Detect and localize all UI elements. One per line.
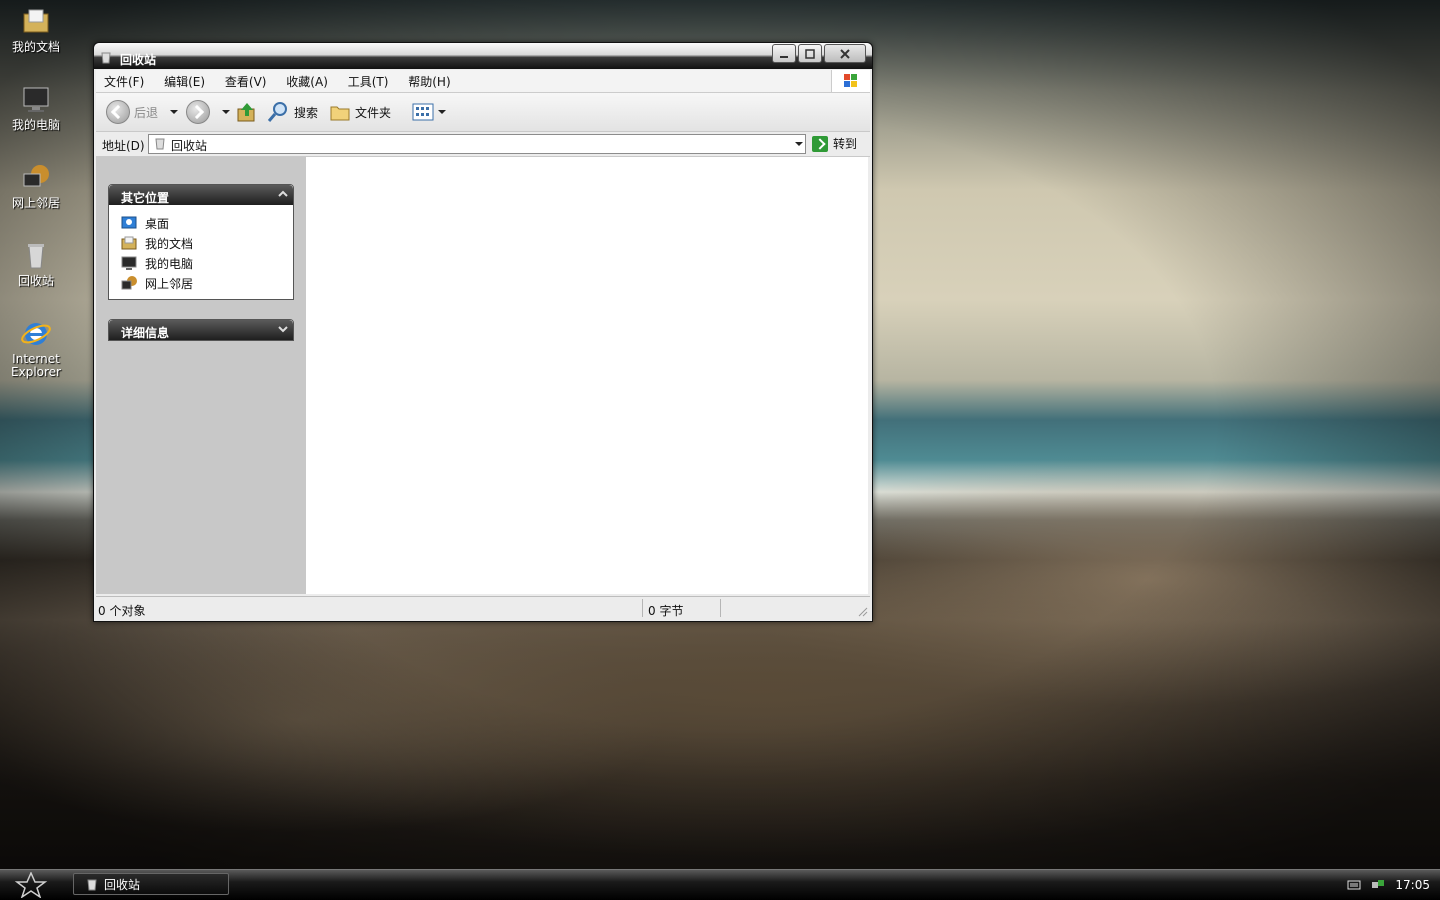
window-title: 回收站 bbox=[120, 53, 157, 67]
desktop-icon-label: 我的电脑 bbox=[11, 118, 60, 132]
address-dropdown-icon[interactable] bbox=[795, 142, 803, 146]
back-dropdown-icon[interactable] bbox=[170, 110, 179, 114]
desktop-icon-internet-explorer[interactable]: Internet Explorer bbox=[4, 318, 68, 379]
place-item-desktop[interactable]: 桌面 bbox=[121, 213, 293, 233]
forward-button[interactable] bbox=[186, 100, 230, 124]
desktop-icon bbox=[121, 216, 137, 229]
go-button[interactable]: 转到 bbox=[812, 135, 857, 152]
system-tray: 17:05 bbox=[1318, 870, 1440, 900]
folder-documents-icon bbox=[121, 236, 137, 250]
up-button[interactable] bbox=[236, 100, 258, 124]
chevron-down-icon bbox=[278, 326, 288, 333]
network-icon bbox=[23, 165, 49, 187]
menu-favorites[interactable]: 收藏(A) bbox=[278, 70, 336, 90]
views-grid-icon bbox=[412, 103, 434, 121]
other-places-header[interactable]: 其它位置 bbox=[109, 185, 293, 205]
address-input[interactable]: 回收站 bbox=[148, 134, 806, 154]
other-places-panel: 其它位置 桌面 我的文档 我的电脑 网上邻居 bbox=[108, 184, 294, 300]
window-titlebar[interactable]: 回收站 bbox=[94, 43, 872, 69]
folder-up-icon bbox=[237, 103, 255, 122]
task-pane: 其它位置 桌面 我的文档 我的电脑 网上邻居 详细信息 bbox=[96, 157, 306, 594]
chevron-up-icon bbox=[278, 190, 288, 197]
views-dropdown-icon bbox=[438, 110, 446, 114]
folders-icon bbox=[330, 106, 350, 121]
recycle-bin-icon bbox=[28, 244, 44, 269]
computer-icon bbox=[121, 256, 137, 270]
recycle-bin-icon bbox=[155, 138, 165, 150]
address-label: 地址(D) bbox=[102, 139, 145, 153]
network-icon bbox=[121, 276, 137, 290]
status-divider bbox=[642, 599, 643, 617]
place-item-network[interactable]: 网上邻居 bbox=[121, 273, 293, 293]
desktop-icon-label: Internet Explorer bbox=[11, 352, 61, 379]
recycle-bin-icon bbox=[87, 879, 97, 890]
minimize-button[interactable] bbox=[772, 44, 796, 63]
menu-help[interactable]: 帮助(H) bbox=[400, 70, 458, 90]
menu-edit[interactable]: 编辑(E) bbox=[156, 70, 213, 90]
menu-file[interactable]: 文件(F) bbox=[96, 70, 152, 90]
status-size: 0 字节 bbox=[648, 604, 684, 618]
details-header[interactable]: 详细信息 bbox=[109, 320, 293, 340]
menu-view[interactable]: 查看(V) bbox=[217, 70, 275, 90]
desktop-icon-label: 网上邻居 bbox=[11, 196, 60, 210]
forward-dropdown-icon[interactable] bbox=[222, 110, 230, 114]
status-bar: 0 个对象 0 字节 bbox=[96, 596, 870, 619]
address-value: 回收站 bbox=[171, 139, 208, 153]
resize-grip-icon[interactable] bbox=[858, 607, 868, 617]
internet-explorer-icon bbox=[21, 323, 51, 345]
place-item-my-documents[interactable]: 我的文档 bbox=[121, 233, 293, 253]
toolbar: 后退 搜索 文件夹 bbox=[96, 93, 870, 132]
taskbar: 回收站 17:05 bbox=[0, 869, 1440, 900]
search-button[interactable]: 搜索 bbox=[266, 100, 318, 124]
status-divider bbox=[720, 599, 721, 617]
desktop-icon-label: 我的文档 bbox=[11, 40, 60, 54]
back-label: 后退 bbox=[134, 105, 159, 120]
restore-icon bbox=[805, 48, 815, 59]
keyboard-icon[interactable] bbox=[1347, 879, 1361, 891]
status-object-count: 0 个对象 bbox=[98, 604, 146, 618]
folders-label: 文件夹 bbox=[355, 105, 392, 120]
search-icon bbox=[267, 102, 287, 122]
folders-button[interactable]: 文件夹 bbox=[329, 100, 391, 124]
menu-bar: 文件(F) 编辑(E) 查看(V) 收藏(A) 工具(T) 帮助(H) bbox=[96, 70, 870, 93]
folder-documents-icon bbox=[23, 9, 49, 33]
desktop-icon-my-documents[interactable]: 我的文档 bbox=[4, 6, 68, 54]
taskbar-window-label: 回收站 bbox=[104, 877, 141, 892]
search-label: 搜索 bbox=[294, 105, 319, 120]
place-item-my-computer[interactable]: 我的电脑 bbox=[121, 253, 293, 273]
address-bar: 地址(D) 回收站 转到 bbox=[96, 132, 870, 157]
go-arrow-icon bbox=[812, 135, 828, 152]
desktop-icon-recycle-bin[interactable]: 回收站 bbox=[4, 240, 68, 288]
details-title: 详细信息 bbox=[121, 326, 170, 340]
place-label: 我的文档 bbox=[145, 236, 194, 251]
details-panel: 详细信息 bbox=[108, 319, 294, 341]
network-tray-icon[interactable] bbox=[1371, 879, 1385, 891]
maximize-button[interactable] bbox=[798, 44, 822, 63]
back-button[interactable]: 后退 bbox=[106, 100, 179, 124]
windows-logo bbox=[831, 70, 870, 92]
place-label: 桌面 bbox=[145, 216, 170, 231]
menu-tools[interactable]: 工具(T) bbox=[340, 70, 397, 90]
recycle-bin-icon bbox=[101, 52, 111, 64]
computer-icon bbox=[23, 87, 49, 112]
back-arrow-icon bbox=[106, 100, 130, 124]
desktop-icon-network[interactable]: 网上邻居 bbox=[4, 162, 68, 210]
file-list-area[interactable] bbox=[306, 157, 868, 594]
explorer-window: 回收站 文件(F) 编辑(E) 查看(V) 收藏(A) 工具(T) 帮助(H) bbox=[93, 42, 873, 622]
other-places-title: 其它位置 bbox=[121, 191, 170, 205]
place-label: 我的电脑 bbox=[145, 256, 194, 271]
close-button[interactable] bbox=[824, 44, 866, 63]
clock[interactable]: 17:05 bbox=[1395, 878, 1430, 892]
desktop-icon-my-computer[interactable]: 我的电脑 bbox=[4, 84, 68, 132]
close-icon bbox=[840, 48, 850, 59]
go-label: 转到 bbox=[833, 137, 858, 151]
windows-flag-icon bbox=[844, 74, 857, 87]
views-button[interactable] bbox=[412, 100, 446, 124]
desktop-icon-label: 回收站 bbox=[17, 274, 54, 288]
minimize-icon bbox=[780, 55, 788, 58]
taskbar-window-button[interactable]: 回收站 bbox=[73, 873, 229, 895]
place-label: 网上邻居 bbox=[145, 276, 194, 291]
start-button[interactable] bbox=[14, 872, 48, 898]
forward-arrow-icon bbox=[186, 100, 210, 124]
